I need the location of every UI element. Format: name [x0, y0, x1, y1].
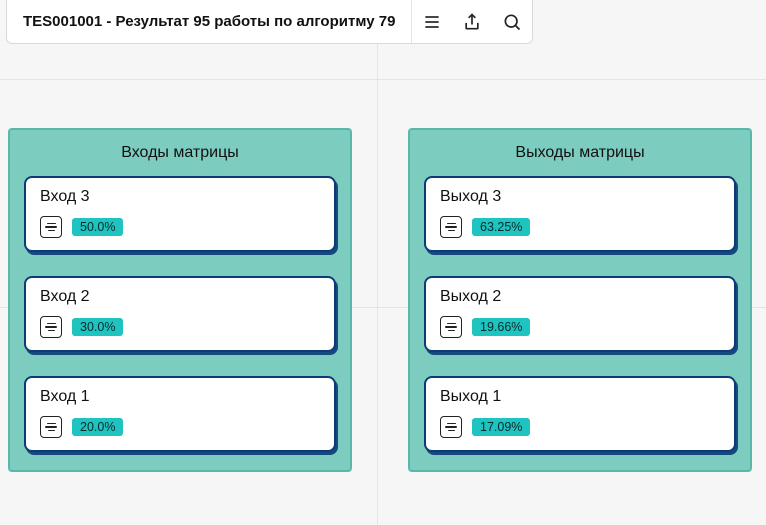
- panel-title: Выходы матрицы: [424, 130, 736, 176]
- description-icon[interactable]: [40, 216, 62, 238]
- output-card[interactable]: Выход 1 17.09%: [424, 376, 736, 452]
- card-title: Вход 3: [40, 188, 320, 206]
- menu-icon: [422, 12, 442, 32]
- description-icon[interactable]: [440, 316, 462, 338]
- canvas: Входы матрицы Вход 3 50.0% Вход 2 30.0% …: [0, 0, 766, 525]
- card-meta: 50.0%: [40, 216, 320, 238]
- card-title: Вход 1: [40, 388, 320, 406]
- share-icon: [462, 12, 482, 32]
- card-meta: 63.25%: [440, 216, 720, 238]
- percentage-badge: 19.66%: [472, 318, 530, 337]
- search-button[interactable]: [492, 0, 532, 43]
- input-card[interactable]: Вход 3 50.0%: [24, 176, 336, 252]
- panel-title: Входы матрицы: [24, 130, 336, 176]
- outputs-panel[interactable]: Выходы матрицы Выход 3 63.25% Выход 2 19…: [408, 128, 752, 472]
- card-meta: 30.0%: [40, 316, 320, 338]
- card-title: Вход 2: [40, 288, 320, 306]
- percentage-badge: 30.0%: [72, 318, 123, 337]
- percentage-badge: 50.0%: [72, 218, 123, 237]
- percentage-badge: 17.09%: [472, 418, 530, 437]
- description-icon[interactable]: [40, 416, 62, 438]
- menu-button[interactable]: [412, 0, 452, 43]
- description-icon[interactable]: [440, 416, 462, 438]
- output-card[interactable]: Выход 2 19.66%: [424, 276, 736, 352]
- inputs-panel[interactable]: Входы матрицы Вход 3 50.0% Вход 2 30.0% …: [8, 128, 352, 472]
- card-title: Выход 3: [440, 188, 720, 206]
- search-icon: [502, 12, 522, 32]
- card-title: Выход 2: [440, 288, 720, 306]
- input-card[interactable]: Вход 2 30.0%: [24, 276, 336, 352]
- card-meta: 20.0%: [40, 416, 320, 438]
- output-card[interactable]: Выход 3 63.25%: [424, 176, 736, 252]
- description-icon[interactable]: [440, 216, 462, 238]
- description-icon[interactable]: [40, 316, 62, 338]
- top-toolbar: TES001001 - Результат 95 работы по алгор…: [6, 0, 533, 44]
- percentage-badge: 63.25%: [472, 218, 530, 237]
- card-meta: 17.09%: [440, 416, 720, 438]
- input-card[interactable]: Вход 1 20.0%: [24, 376, 336, 452]
- card-title: Выход 1: [440, 388, 720, 406]
- percentage-badge: 20.0%: [72, 418, 123, 437]
- card-meta: 19.66%: [440, 316, 720, 338]
- share-button[interactable]: [452, 0, 492, 43]
- page-title: TES001001 - Результат 95 работы по алгор…: [7, 0, 411, 43]
